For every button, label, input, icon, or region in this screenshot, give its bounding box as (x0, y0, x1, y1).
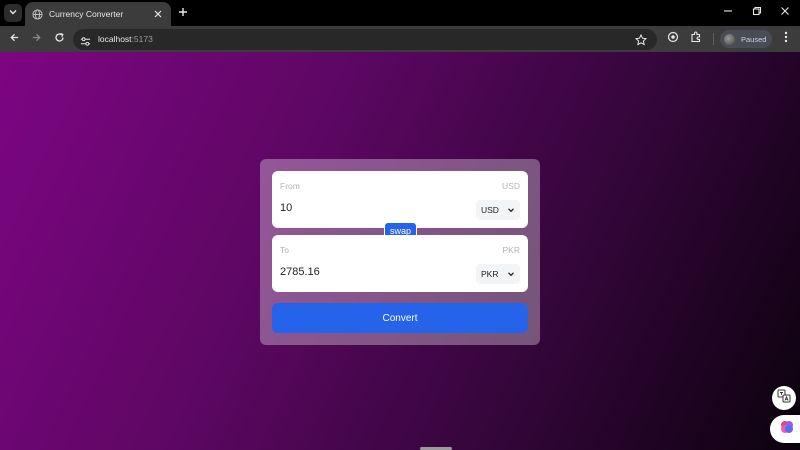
toolbar-divider (713, 33, 714, 45)
restore-icon (752, 3, 762, 21)
tab-strip: Currency Converter (0, 0, 800, 26)
close-window-button[interactable] (778, 5, 792, 19)
lens-button[interactable] (666, 30, 680, 48)
kebab-menu-icon (784, 30, 788, 48)
chevron-down-icon (8, 4, 18, 22)
chevron-down-icon (507, 270, 515, 278)
translate-button[interactable] (772, 386, 796, 410)
from-label: From (280, 181, 300, 191)
profile-status: Paused (741, 34, 767, 44)
from-panel: From USD 10 USD (272, 171, 528, 228)
chevron-down-icon (507, 206, 515, 214)
to-amount-field[interactable]: 2785.16 (280, 266, 320, 278)
globe-icon (31, 8, 43, 20)
minimize-icon (723, 3, 733, 21)
back-arrow-icon (9, 30, 20, 48)
close-icon (780, 3, 790, 21)
translate-icon (777, 389, 791, 408)
avatar (724, 33, 735, 45)
from-currency-label: USD (502, 181, 520, 191)
url-text[interactable]: localhost:5173 (98, 34, 153, 44)
url-host: localhost (98, 34, 132, 44)
url-port: :5173 (131, 34, 153, 44)
tab-title: Currency Converter (49, 9, 124, 19)
to-label: To (280, 245, 289, 255)
new-tab-button[interactable] (175, 5, 190, 20)
from-currency-select[interactable]: USD (476, 200, 520, 220)
reload-icon (54, 30, 65, 48)
browser-toolbar: localhost:5173 Paused (0, 26, 800, 52)
minimize-button[interactable] (721, 5, 735, 19)
to-currency-label: PKR (502, 245, 520, 255)
forward-arrow-icon (31, 30, 42, 48)
assistant-button[interactable] (770, 415, 800, 443)
reload-button[interactable] (51, 31, 67, 47)
to-currency-value: PKR (481, 269, 499, 279)
lens-icon (667, 30, 679, 48)
tab-currency-converter[interactable]: Currency Converter (25, 2, 171, 26)
convert-button[interactable]: Convert (272, 303, 528, 333)
from-currency-value: USD (481, 205, 499, 215)
tab-search-button[interactable] (4, 4, 22, 22)
from-amount-input[interactable]: 10 (280, 202, 292, 214)
puzzle-icon (690, 30, 702, 48)
site-info-icon[interactable] (80, 34, 91, 46)
extensions-button[interactable] (689, 30, 703, 48)
converter-card: From USD 10 USD swap To PKR 2785.16 PKR … (260, 159, 540, 345)
restore-button[interactable] (750, 5, 764, 19)
forward-button[interactable] (28, 31, 44, 47)
plus-icon (178, 4, 188, 22)
page-background: From USD 10 USD swap To PKR 2785.16 PKR … (0, 52, 800, 450)
close-icon[interactable] (151, 7, 165, 21)
back-button[interactable] (6, 31, 22, 47)
browser-menu-button[interactable] (779, 30, 793, 48)
address-bar[interactable]: localhost:5173 (73, 29, 657, 50)
profile-button[interactable]: Paused (720, 30, 772, 48)
brain-icon (779, 419, 795, 440)
to-currency-select[interactable]: PKR (476, 264, 520, 284)
to-panel: To PKR 2785.16 PKR (272, 235, 528, 292)
star-icon[interactable] (634, 33, 648, 46)
